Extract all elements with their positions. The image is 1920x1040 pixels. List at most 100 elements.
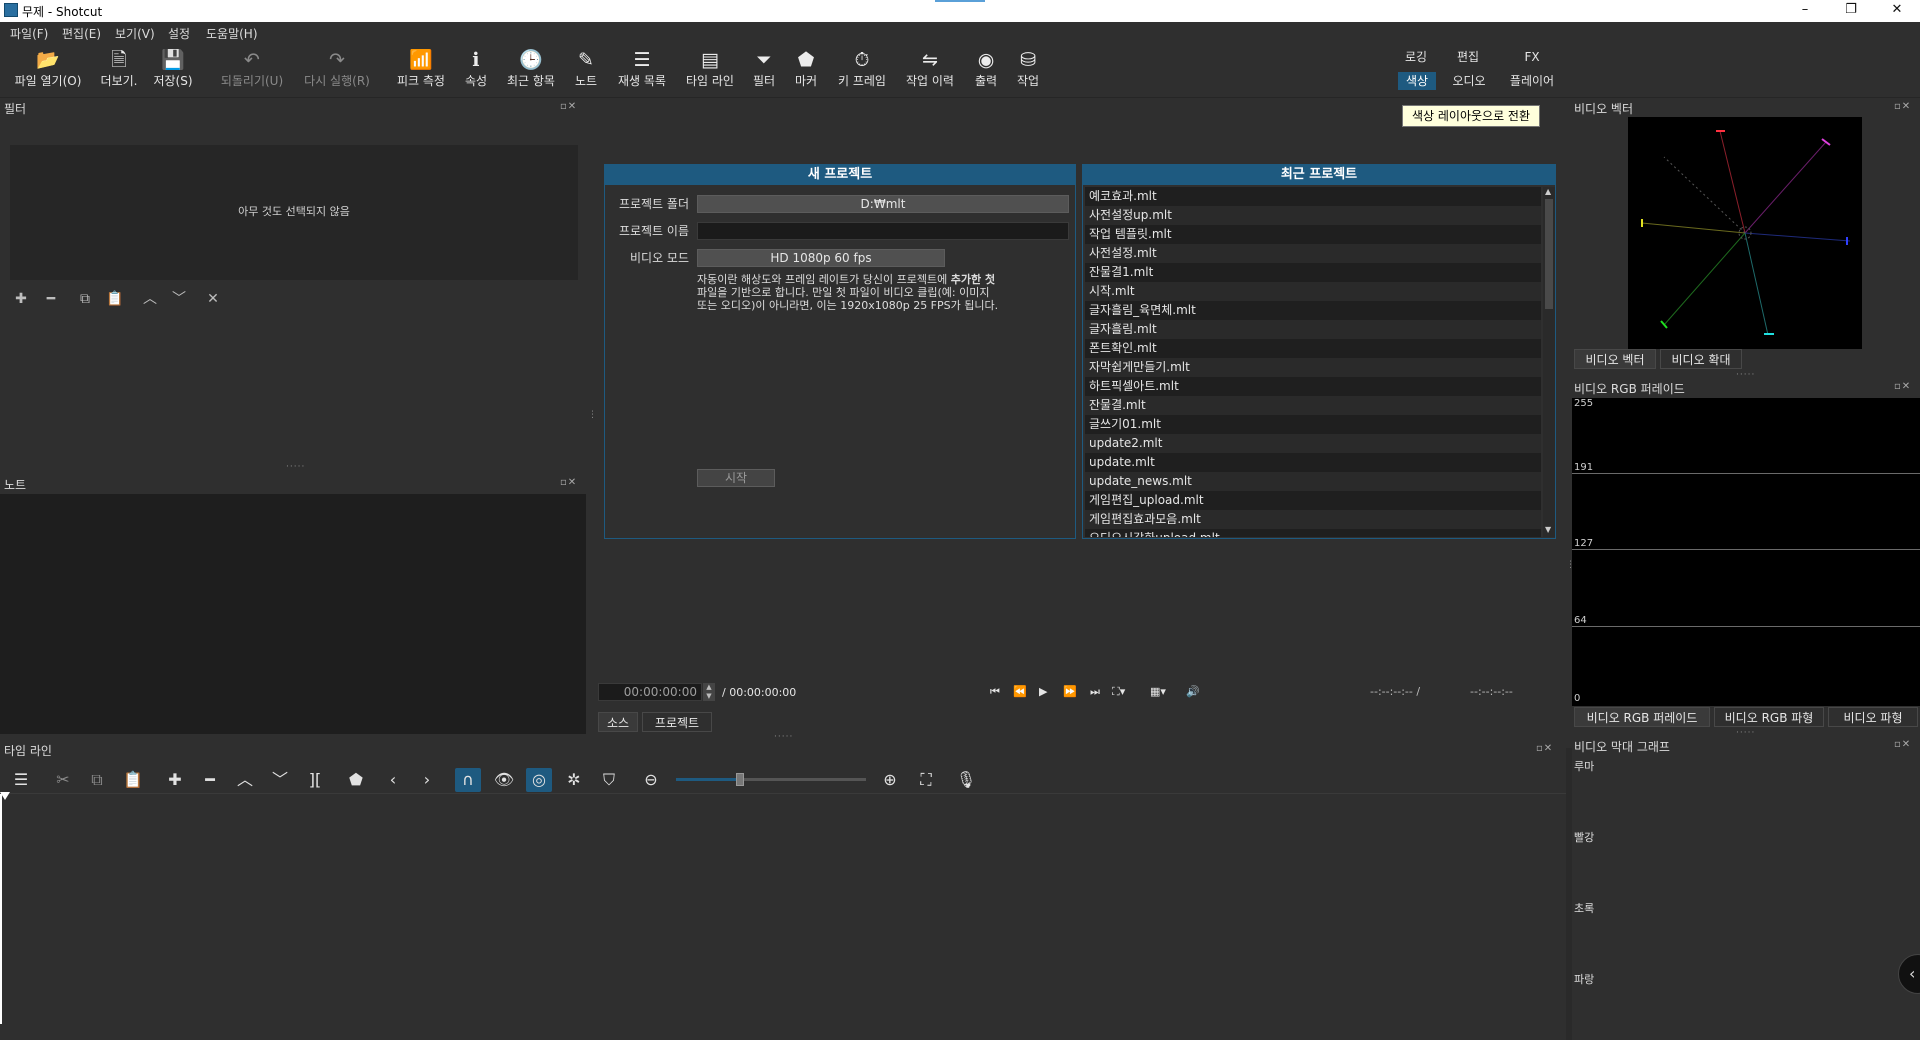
recent-project-item[interactable]: 사전설정up.mlt [1085, 206, 1541, 225]
menu-help[interactable]: 도움말(H) [206, 25, 258, 42]
maximize-button[interactable]: ❐ [1828, 0, 1874, 22]
menu-edit[interactable]: 편집(E) [62, 25, 101, 42]
recent-project-item[interactable]: 글자흘림_육면체.mlt [1085, 301, 1541, 320]
close-button[interactable]: ✕ [1874, 0, 1920, 22]
volume-icon[interactable]: 🔊 [1186, 685, 1200, 698]
recent-projects-list[interactable]: 예코효과.mlt 사전설정up.mlt 작업 템플릿.mlt 사전설정.mlt 잔물결1… [1085, 187, 1541, 537]
zoom-in-icon[interactable]: ⊕ [877, 768, 903, 792]
split-button[interactable]: ][ [302, 768, 328, 792]
notes-text-area[interactable] [0, 494, 586, 734]
rgb-parade-dock-buttons[interactable]: ▫✕ [1894, 381, 1911, 392]
recent-button[interactable]: 🕒 최근 항목 [502, 48, 560, 94]
recent-project-item[interactable]: update2.mlt [1085, 434, 1541, 453]
scroll-thumb[interactable] [1545, 199, 1553, 309]
paste-filter-button[interactable]: 📋 [104, 290, 126, 308]
menu-view[interactable]: 보기(V) [115, 25, 155, 42]
timeline-menu-button[interactable]: ☰ [8, 768, 34, 792]
undo-button[interactable]: ↶ 되돌리기(U) [216, 48, 288, 94]
minimize-button[interactable]: – [1782, 0, 1828, 22]
ripple-all-icon[interactable]: ✲ [561, 768, 587, 792]
play-button[interactable]: ▶ [1039, 685, 1047, 698]
record-audio-icon[interactable]: 🎙 [953, 768, 979, 792]
fast-forward-button[interactable]: ⏩ [1063, 685, 1077, 698]
notes-dock-buttons[interactable]: ▫✕ [560, 477, 577, 488]
properties-button[interactable]: ℹ 속성 [460, 48, 492, 94]
snap-icon[interactable]: ∩ [455, 768, 481, 792]
recent-project-item[interactable]: 오디오시각화upload.mlt [1085, 529, 1541, 537]
grid-button[interactable]: ▦▾ [1150, 685, 1166, 698]
recent-project-item[interactable]: update_news.mlt [1085, 472, 1541, 491]
recent-project-item[interactable]: 게임편집효과모음.mlt [1085, 510, 1541, 529]
layout-player[interactable]: 플레이어 [1502, 72, 1562, 90]
recent-project-item[interactable]: 사전설정.mlt [1085, 244, 1541, 263]
zoom-fit-button[interactable]: ⛶▾ [1112, 685, 1125, 699]
recent-project-item[interactable]: 자막쉽게만들기.mlt [1085, 358, 1541, 377]
notes-button[interactable]: ✎ 노트 [570, 48, 602, 94]
remove-filter-button[interactable]: ━ [40, 290, 62, 308]
layout-audio[interactable]: 오디오 [1448, 72, 1490, 90]
recent-project-item[interactable]: 시작.mlt [1085, 282, 1541, 301]
lift-button[interactable]: ︿ [232, 768, 258, 792]
vector-splitter-grip[interactable]: ····· [1736, 370, 1755, 380]
tab-source[interactable]: 소스 [598, 712, 638, 732]
layout-editing[interactable]: 편집 [1450, 48, 1486, 66]
parade-splitter-grip[interactable]: ····· [1736, 728, 1755, 738]
rewind-button[interactable]: ⏪ [1013, 685, 1027, 698]
tab-waveform[interactable]: 비디오 파형 [1828, 707, 1918, 727]
copy-button[interactable]: ⧉ [84, 768, 110, 792]
ripple-icon[interactable]: ◎ [526, 768, 552, 792]
save-button[interactable]: 💾 저장(S) [150, 48, 196, 94]
cut-button[interactable]: ✂ [50, 768, 76, 792]
tab-video-zoom[interactable]: 비디오 확대 [1660, 349, 1742, 369]
markers-button[interactable]: ⬟ 마커 [790, 48, 822, 94]
project-folder-field[interactable]: D:₩mlt [697, 195, 1069, 213]
move-down-button[interactable]: ﹀ [168, 290, 190, 308]
ripple-delete-button[interactable]: ━ [197, 768, 223, 792]
recent-project-item[interactable]: 작업 템플릿.mlt [1085, 225, 1541, 244]
timecode-field[interactable]: 00:00:00:00 [598, 683, 702, 701]
zoom-fit-timeline-icon[interactable]: ⛶ [913, 768, 939, 792]
timeline-button[interactable]: ▤ 타임 라인 [682, 48, 738, 94]
layout-logging[interactable]: 로깅 [1398, 48, 1434, 66]
splitter-grip[interactable]: ····· [286, 462, 305, 472]
tab-rgb-parade[interactable]: 비디오 RGB 퍼레이드 [1574, 707, 1710, 727]
marker-button[interactable]: ⬟ [343, 768, 369, 792]
recent-project-item[interactable]: update.mlt [1085, 453, 1541, 472]
scroll-down-arrow[interactable]: ▼ [1545, 525, 1551, 534]
start-button[interactable]: 시작 [697, 469, 775, 487]
add-filter-button[interactable]: ✚ [10, 290, 32, 308]
deselect-filter-button[interactable]: ✕ [202, 290, 224, 308]
zoom-out-icon[interactable]: ⊖ [638, 768, 664, 792]
layout-color[interactable]: 색상 [1398, 72, 1436, 90]
histogram-dock-buttons[interactable]: ▫✕ [1894, 739, 1911, 750]
scrub-icon[interactable]: 👁 [491, 768, 517, 792]
redo-button[interactable]: ↷ 다시 실행(R) [300, 48, 374, 94]
playlist-button[interactable]: ☰ 재생 목록 [612, 48, 672, 94]
more-button[interactable]: 🗎 더보기. [96, 48, 142, 94]
paste-button[interactable]: 📋 [120, 768, 146, 792]
collapse-side-icon[interactable]: ‹ [1898, 954, 1920, 994]
history-button[interactable]: ⇋ 작업 이력 [902, 48, 958, 94]
tab-rgb-waveform[interactable]: 비디오 RGB 파형 [1714, 707, 1824, 727]
export-button[interactable]: ◉ 출력 [970, 48, 1002, 94]
append-button[interactable]: ✚ [162, 768, 188, 792]
filters-list[interactable]: 아무 것도 선택되지 않음 [10, 145, 578, 280]
tab-video-vector[interactable]: 비디오 벡터 [1574, 349, 1656, 369]
skip-end-button[interactable]: ⏭ [1090, 685, 1100, 699]
peak-meter-button[interactable]: 📶 피크 측정 [392, 48, 450, 94]
layout-fx[interactable]: FX [1514, 48, 1550, 66]
ripple-markers-icon[interactable]: ⛉ [596, 768, 622, 792]
tab-project[interactable]: 프로젝트 [642, 712, 712, 732]
playhead-marker[interactable] [0, 792, 10, 800]
zoom-slider[interactable] [676, 773, 866, 786]
video-mode-select[interactable]: HD 1080p 60 fps [697, 249, 945, 267]
overwrite-button[interactable]: ﹀ [267, 768, 293, 792]
player-splitter-grip[interactable]: ····· [774, 732, 793, 742]
recent-project-item[interactable]: 글쓰기01.mlt [1085, 415, 1541, 434]
zoom-slider-handle[interactable] [736, 773, 744, 786]
vertical-splitter-grip[interactable]: ⋮ [588, 410, 597, 420]
next-marker-button[interactable]: › [414, 768, 440, 792]
keyframes-button[interactable]: ⏱ 키 프레임 [834, 48, 890, 94]
open-file-button[interactable]: 📂 파일 열기(O) [10, 48, 86, 94]
menu-settings[interactable]: 설정 [168, 25, 190, 42]
